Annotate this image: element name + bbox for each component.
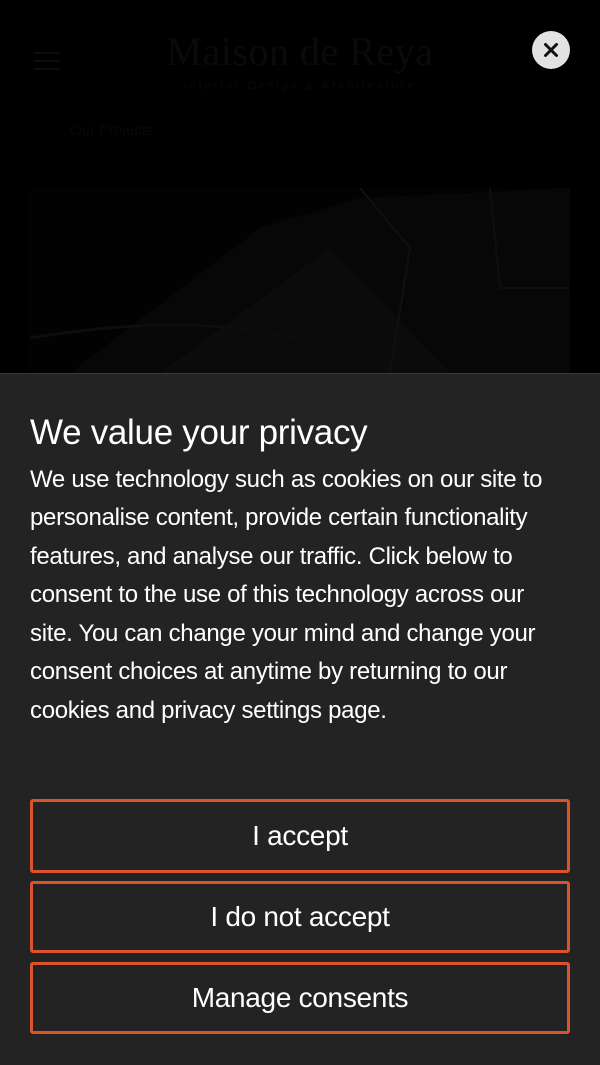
consent-title: We value your privacy [30, 413, 368, 452]
hero-image-graphic [30, 188, 570, 373]
site-header: Maison de Reya Interior Design & Archite… [0, 0, 600, 110]
close-icon [544, 43, 558, 57]
page: Maison de Reya Interior Design & Archite… [0, 0, 600, 1065]
hero-image [30, 188, 570, 373]
close-button[interactable] [532, 31, 570, 69]
decline-button[interactable]: I do not accept [30, 881, 570, 953]
site-tagline: Interior Design & Architecture [183, 80, 417, 92]
cookie-consent-panel: We value your privacy We use technology … [0, 373, 600, 1065]
site-logo: Maison de Reya [166, 29, 434, 74]
consent-description: We use technology such as cookies on our… [30, 465, 543, 725]
manage-consents-button[interactable]: Manage consents [30, 962, 570, 1034]
accept-button[interactable]: I accept [30, 799, 570, 873]
breadcrumb: Our Projects [70, 122, 154, 139]
